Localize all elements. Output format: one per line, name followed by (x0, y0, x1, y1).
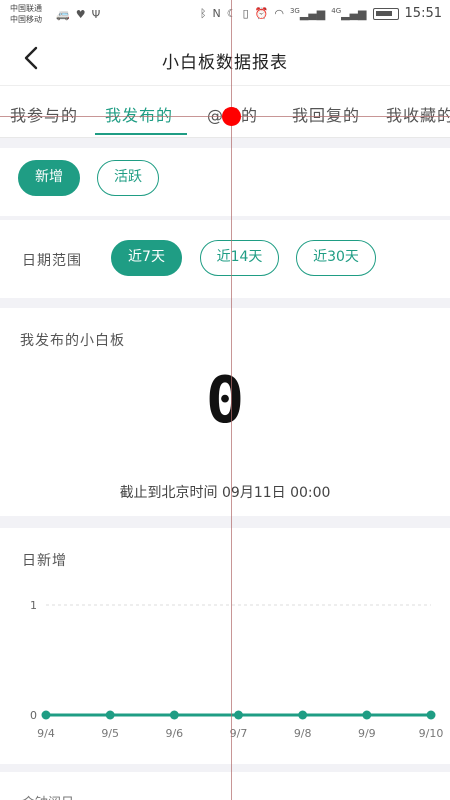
carrier-1: 中国联通 (10, 4, 42, 13)
status-time: 15:51 (404, 6, 442, 21)
tab-active-indicator (95, 133, 187, 135)
x-tick-label: 9/9 (358, 727, 376, 740)
signal-3g-icon: 3G▂▄▆ (289, 6, 326, 21)
tab-replied[interactable]: 我回复的 (292, 102, 360, 126)
cutoff-time-text: 截止到北京时间 09月11日 00:00 (119, 485, 331, 501)
alarm-icon: ⏰ (254, 7, 269, 20)
battery-icon (372, 7, 399, 20)
vibrate-icon: ▯ (242, 7, 249, 20)
chart-title: 日新增 (22, 553, 67, 569)
carrier-info: 中国联通 中国移动 (10, 3, 42, 25)
x-tick-label: 9/5 (101, 727, 119, 740)
x-tick-label: 9/7 (230, 727, 248, 740)
x-tick-label: 9/10 (419, 727, 444, 740)
daily-new-chart: 0 1 9/4 9/5 9/6 9/7 9/8 9/9 9/10 (30, 599, 444, 740)
bluetooth-icon: ᛒ (199, 7, 207, 20)
filter-new-button[interactable]: 新增 (18, 160, 80, 196)
status-bar: 中国联通 中国移动 🚐 ♥ Ψ ᛒ N ☾ ▯ ⏰ ◠ 3G▂▄▆ 4G▂▄▆ … (0, 0, 450, 30)
data-point (105, 710, 115, 720)
published-count-title: 我发布的小白板 (20, 333, 125, 349)
y-tick-label: 0 (30, 709, 37, 722)
tab-favorited[interactable]: 我收藏的 (386, 102, 450, 126)
published-count-section: 我发布的小白板 0 截止到北京时间 09月11日 00:00 (0, 308, 450, 516)
nav-bar: 小白板数据报表 (0, 30, 450, 86)
tab-published[interactable]: 我发布的 (105, 102, 173, 126)
filter-active-button[interactable]: 活跃 (97, 160, 159, 196)
data-point (169, 710, 179, 720)
usb-icon: Ψ (91, 8, 101, 21)
y-tick-label: 1 (30, 599, 37, 612)
status-left-icons: 🚐 ♥ Ψ (56, 8, 100, 21)
car-icon: 🚐 (56, 8, 70, 21)
data-point (234, 710, 243, 720)
status-right-icons: ᛒ N ☾ ▯ ⏰ ◠ 3G▂▄▆ 4G▂▄▆ 15:51 (200, 6, 442, 21)
x-tick-label: 9/4 (37, 727, 55, 740)
daily-new-chart-section: 0 1 9/4 9/5 9/6 9/7 9/8 9/9 9/10 日新增 (0, 528, 450, 764)
x-tick-label: 9/6 (165, 727, 183, 740)
range-7-days-button[interactable]: 近7天 (111, 240, 182, 276)
touch-point-indicator (222, 107, 241, 126)
signal-4g-icon: 4G▂▄▆ (331, 6, 367, 21)
date-range-section: 日期范围 近7天 近14天 近30天 (0, 220, 450, 298)
nfc-icon: N (212, 7, 221, 20)
page-title: 小白板数据报表 (162, 53, 288, 73)
tab-participated[interactable]: 我参与的 (10, 102, 78, 126)
x-tick-label: 9/8 (294, 727, 312, 740)
data-point (41, 710, 51, 720)
type-filter-section: 新增 活跃 (0, 148, 450, 216)
date-range-label: 日期范围 (22, 253, 82, 269)
data-point (298, 710, 308, 720)
heart-icon: ♥ (75, 8, 86, 21)
network-4g-label: 4G (331, 6, 342, 15)
next-section: 金钟阅日 (0, 772, 450, 800)
network-3g-label: 3G (289, 6, 300, 15)
data-point (426, 710, 436, 720)
range-30-days-button[interactable]: 近30天 (296, 240, 376, 276)
next-section-title: 金钟阅日 (22, 792, 74, 800)
data-point (362, 710, 372, 720)
range-14-days-button[interactable]: 近14天 (200, 240, 279, 276)
wifi-icon: ◠ (274, 7, 284, 20)
published-count-value: 0 (205, 364, 245, 438)
carrier-2: 中国移动 (10, 15, 42, 24)
